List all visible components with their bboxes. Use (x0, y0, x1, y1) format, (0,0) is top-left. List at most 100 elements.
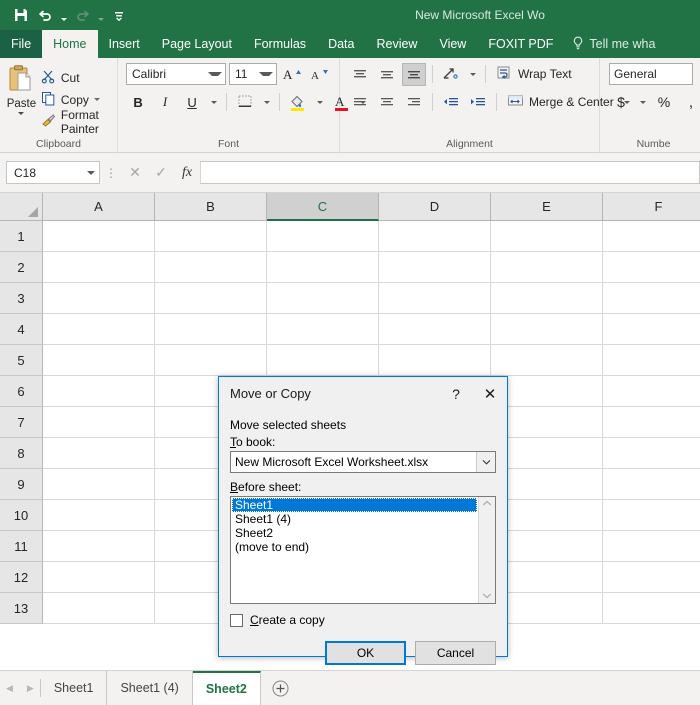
tab-data[interactable]: Data (317, 30, 365, 58)
cell-F6[interactable] (603, 376, 700, 407)
cell-E5[interactable] (491, 345, 603, 376)
paste-dropdown-icon[interactable] (18, 112, 25, 115)
next-sheet-icon[interactable]: ▶ (27, 683, 34, 694)
cancel-button[interactable]: Cancel (415, 641, 496, 665)
align-right-icon[interactable] (402, 91, 426, 114)
cell-A1[interactable] (43, 221, 155, 252)
listbox-scrollbar[interactable] (478, 497, 495, 603)
font-size-combo[interactable]: 11 (229, 63, 278, 85)
cell-F10[interactable] (603, 500, 700, 531)
tab-foxit-pdf[interactable]: FOXIT PDF (477, 30, 564, 58)
cell-F3[interactable] (603, 283, 700, 314)
orientation-icon[interactable] (439, 63, 463, 86)
tab-home[interactable]: Home (42, 30, 98, 58)
cell-F7[interactable] (603, 407, 700, 438)
tab-view[interactable]: View (428, 30, 477, 58)
cell-A3[interactable] (43, 283, 155, 314)
cell-B3[interactable] (155, 283, 267, 314)
sheet-list-item[interactable]: (move to end) (232, 540, 477, 554)
cell-C1[interactable] (267, 221, 379, 252)
cell-D5[interactable] (379, 345, 491, 376)
borders-icon[interactable] (233, 91, 257, 114)
sheet-list-item[interactable]: Sheet2 (232, 526, 477, 540)
previous-sheet-icon[interactable]: ◀ (6, 683, 13, 694)
bold-button[interactable]: B (126, 91, 150, 114)
cell-E4[interactable] (491, 314, 603, 345)
underline-button[interactable]: U (180, 91, 204, 114)
cell-B5[interactable] (155, 345, 267, 376)
tab-formulas[interactable]: Formulas (243, 30, 317, 58)
cell-A2[interactable] (43, 252, 155, 283)
cell-A6[interactable] (43, 376, 155, 407)
align-top-icon[interactable] (348, 63, 372, 86)
tell-me-box[interactable]: Tell me wha (564, 30, 663, 58)
tab-insert[interactable]: Insert (98, 30, 151, 58)
row-header-10[interactable]: 10 (0, 500, 43, 531)
tab-file[interactable]: File (0, 30, 43, 58)
create-a-copy-checkbox[interactable] (230, 613, 243, 627)
align-center-icon[interactable] (375, 91, 399, 114)
cancel-formula-icon[interactable]: ✕ (122, 161, 148, 185)
column-header-c[interactable]: C (267, 193, 379, 221)
row-header-5[interactable]: 5 (0, 345, 43, 376)
cell-D1[interactable] (379, 221, 491, 252)
cell-F12[interactable] (603, 562, 700, 593)
cell-D4[interactable] (379, 314, 491, 345)
increase-indent-icon[interactable] (466, 91, 490, 114)
formula-input[interactable] (200, 161, 700, 184)
format-painter-button[interactable]: Format Painter (41, 108, 113, 136)
cell-E2[interactable] (491, 252, 603, 283)
wrap-text-button[interactable]: Wrap Text (492, 63, 576, 86)
cell-F4[interactable] (603, 314, 700, 345)
cell-E3[interactable] (491, 283, 603, 314)
add-sheet-button[interactable] (261, 671, 301, 705)
ok-button[interactable]: OK (325, 641, 406, 665)
cell-B1[interactable] (155, 221, 267, 252)
cell-A4[interactable] (43, 314, 155, 345)
align-left-icon[interactable] (348, 91, 372, 114)
row-header-1[interactable]: 1 (0, 221, 43, 252)
cell-D3[interactable] (379, 283, 491, 314)
row-header-4[interactable]: 4 (0, 314, 43, 345)
cut-button[interactable]: Cut (41, 68, 113, 88)
tab-review[interactable]: Review (365, 30, 428, 58)
row-header-2[interactable]: 2 (0, 252, 43, 283)
cell-D2[interactable] (379, 252, 491, 283)
row-header-8[interactable]: 8 (0, 438, 43, 469)
cell-A12[interactable] (43, 562, 155, 593)
sheet-tab-sheet1[interactable]: Sheet1 (41, 671, 108, 705)
row-header-13[interactable]: 13 (0, 593, 43, 624)
insert-function-icon[interactable]: fx (174, 161, 200, 185)
to-book-dropdown-icon[interactable] (476, 452, 495, 472)
row-header-12[interactable]: 12 (0, 562, 43, 593)
cell-F2[interactable] (603, 252, 700, 283)
comma-style-button[interactable]: , (679, 91, 700, 114)
percent-style-button[interactable]: % (652, 91, 676, 114)
column-header-a[interactable]: A (43, 193, 155, 221)
to-book-combo[interactable]: New Microsoft Excel Worksheet.xlsx (230, 451, 496, 473)
font-name-caret-icon[interactable] (208, 72, 223, 76)
font-size-caret-icon[interactable] (259, 72, 274, 76)
cell-A5[interactable] (43, 345, 155, 376)
cell-C3[interactable] (267, 283, 379, 314)
cell-A10[interactable] (43, 500, 155, 531)
fill-color-dropdown-icon[interactable] (313, 91, 326, 114)
borders-dropdown-icon[interactable] (260, 91, 273, 114)
cell-A7[interactable] (43, 407, 155, 438)
underline-dropdown-icon[interactable] (207, 91, 220, 114)
cell-C4[interactable] (267, 314, 379, 345)
select-all-corner[interactable] (0, 193, 43, 221)
cell-B4[interactable] (155, 314, 267, 345)
name-box[interactable]: C18 (6, 161, 100, 184)
cell-F1[interactable] (603, 221, 700, 252)
before-sheet-listbox[interactable]: Sheet1 Sheet1 (4) Sheet2 (move to end) (230, 496, 496, 604)
row-header-6[interactable]: 6 (0, 376, 43, 407)
sheet-tab-sheet1-4[interactable]: Sheet1 (4) (107, 671, 193, 705)
font-name-combo[interactable]: Calibri (126, 63, 227, 85)
sheet-list-item[interactable]: Sheet1 (4) (232, 512, 477, 526)
scroll-down-icon[interactable] (482, 591, 492, 601)
row-header-7[interactable]: 7 (0, 407, 43, 438)
align-middle-icon[interactable] (375, 63, 399, 86)
cell-C5[interactable] (267, 345, 379, 376)
currency-button[interactable]: $ (609, 91, 633, 114)
